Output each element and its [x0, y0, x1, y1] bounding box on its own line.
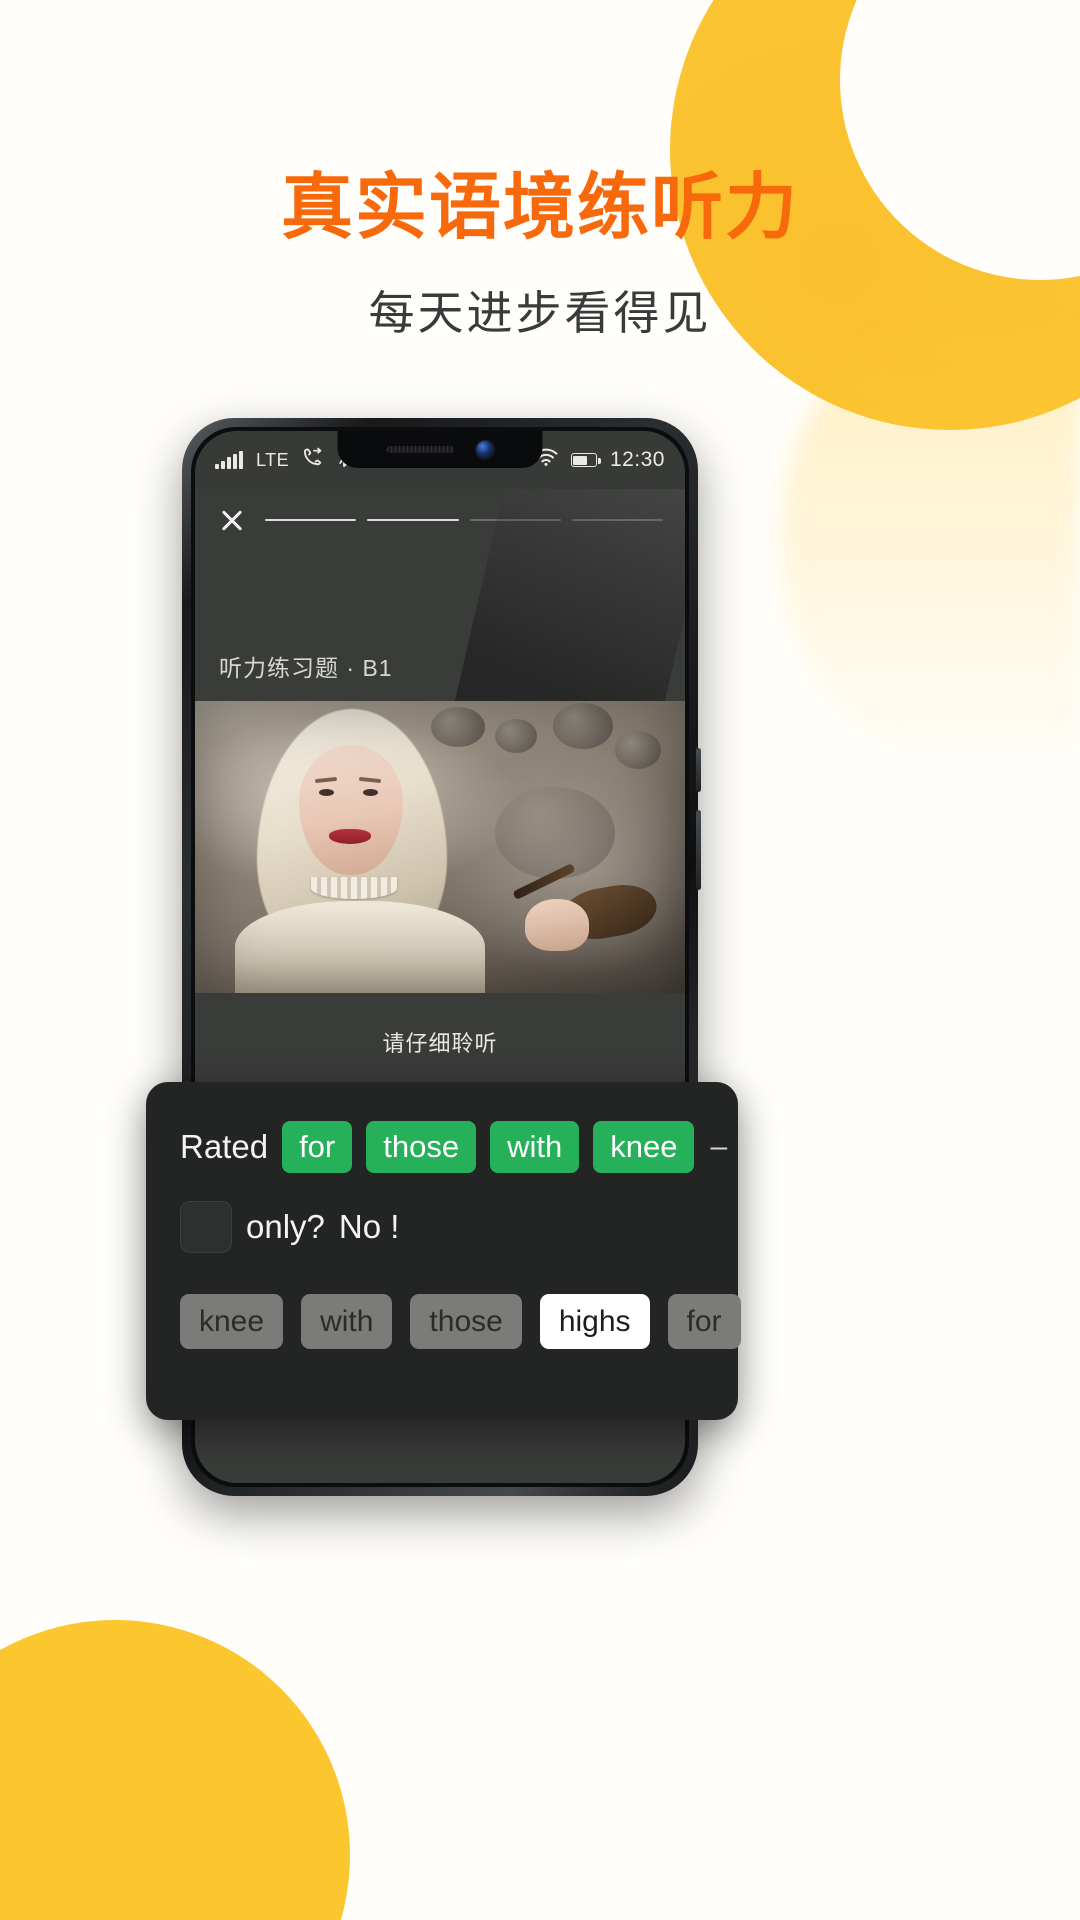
answer-chip[interactable]: knee: [593, 1120, 695, 1174]
phone-notch: [337, 431, 543, 468]
word-bank-chip[interactable]: with: [301, 1294, 393, 1349]
answer-line-2: only? No !: [180, 1200, 704, 1254]
status-bar: LTE 12:30: [195, 431, 685, 489]
word-bank-chip[interactable]: for: [667, 1294, 741, 1349]
word-bank-chip[interactable]: those: [410, 1294, 522, 1349]
answer-chip[interactable]: with: [490, 1120, 580, 1174]
decor-soft-gradient: [780, 330, 1080, 750]
video-still: [195, 701, 685, 993]
network-label: LTE: [255, 449, 290, 470]
phone-volume-button: [696, 748, 701, 792]
answer-word-plain: only?: [246, 1208, 325, 1245]
answer-chip[interactable]: for: [282, 1120, 353, 1174]
close-icon[interactable]: [217, 505, 247, 535]
status-bar-time: 12:30: [609, 448, 665, 471]
answer-dash: –: [710, 1130, 728, 1163]
answer-chip[interactable]: those: [366, 1120, 477, 1174]
status-bar-right: 12:30: [534, 448, 665, 472]
earpiece-speaker: [386, 446, 455, 453]
video-still-vignette: [195, 701, 685, 993]
lesson-hero: 听力练习题 · B1: [195, 489, 685, 739]
call-forward-icon: [302, 447, 324, 473]
promo-headline: 真实语境练听力: [280, 168, 799, 248]
progress-segment: [367, 518, 459, 522]
signal-bars-icon: [215, 451, 243, 469]
answer-line-1: Rated for those with knee –: [180, 1120, 727, 1174]
word-bank: knee with those highs for: [180, 1294, 741, 1349]
decor-circle-bottom-left: [0, 1620, 350, 1920]
answer-word-plain: Rated: [180, 1128, 269, 1165]
lesson-title: 听力练习题 · B1: [219, 655, 393, 681]
front-camera: [476, 441, 494, 458]
progress-segment: [265, 518, 357, 522]
word-bank-chip-active[interactable]: highs: [539, 1294, 650, 1349]
word-bank-chip[interactable]: knee: [180, 1294, 284, 1349]
answer-empty-slot[interactable]: [180, 1201, 232, 1253]
battery-icon: [570, 453, 601, 467]
promo-subheadline: 每天进步看得见: [368, 287, 712, 339]
phone-power-button: [696, 810, 701, 890]
answer-card: Rated for those with knee – only? No ! k…: [146, 1082, 741, 1420]
status-bar-left: LTE: [215, 447, 351, 474]
answer-word-plain: No !: [338, 1208, 400, 1245]
listen-prompt: 请仔细聆听: [195, 993, 685, 1091]
promo-page: 真实语境练听力 每天进步看得见 LTE 12:30 听力练习题 · B1 请仔细…: [0, 0, 1080, 1920]
